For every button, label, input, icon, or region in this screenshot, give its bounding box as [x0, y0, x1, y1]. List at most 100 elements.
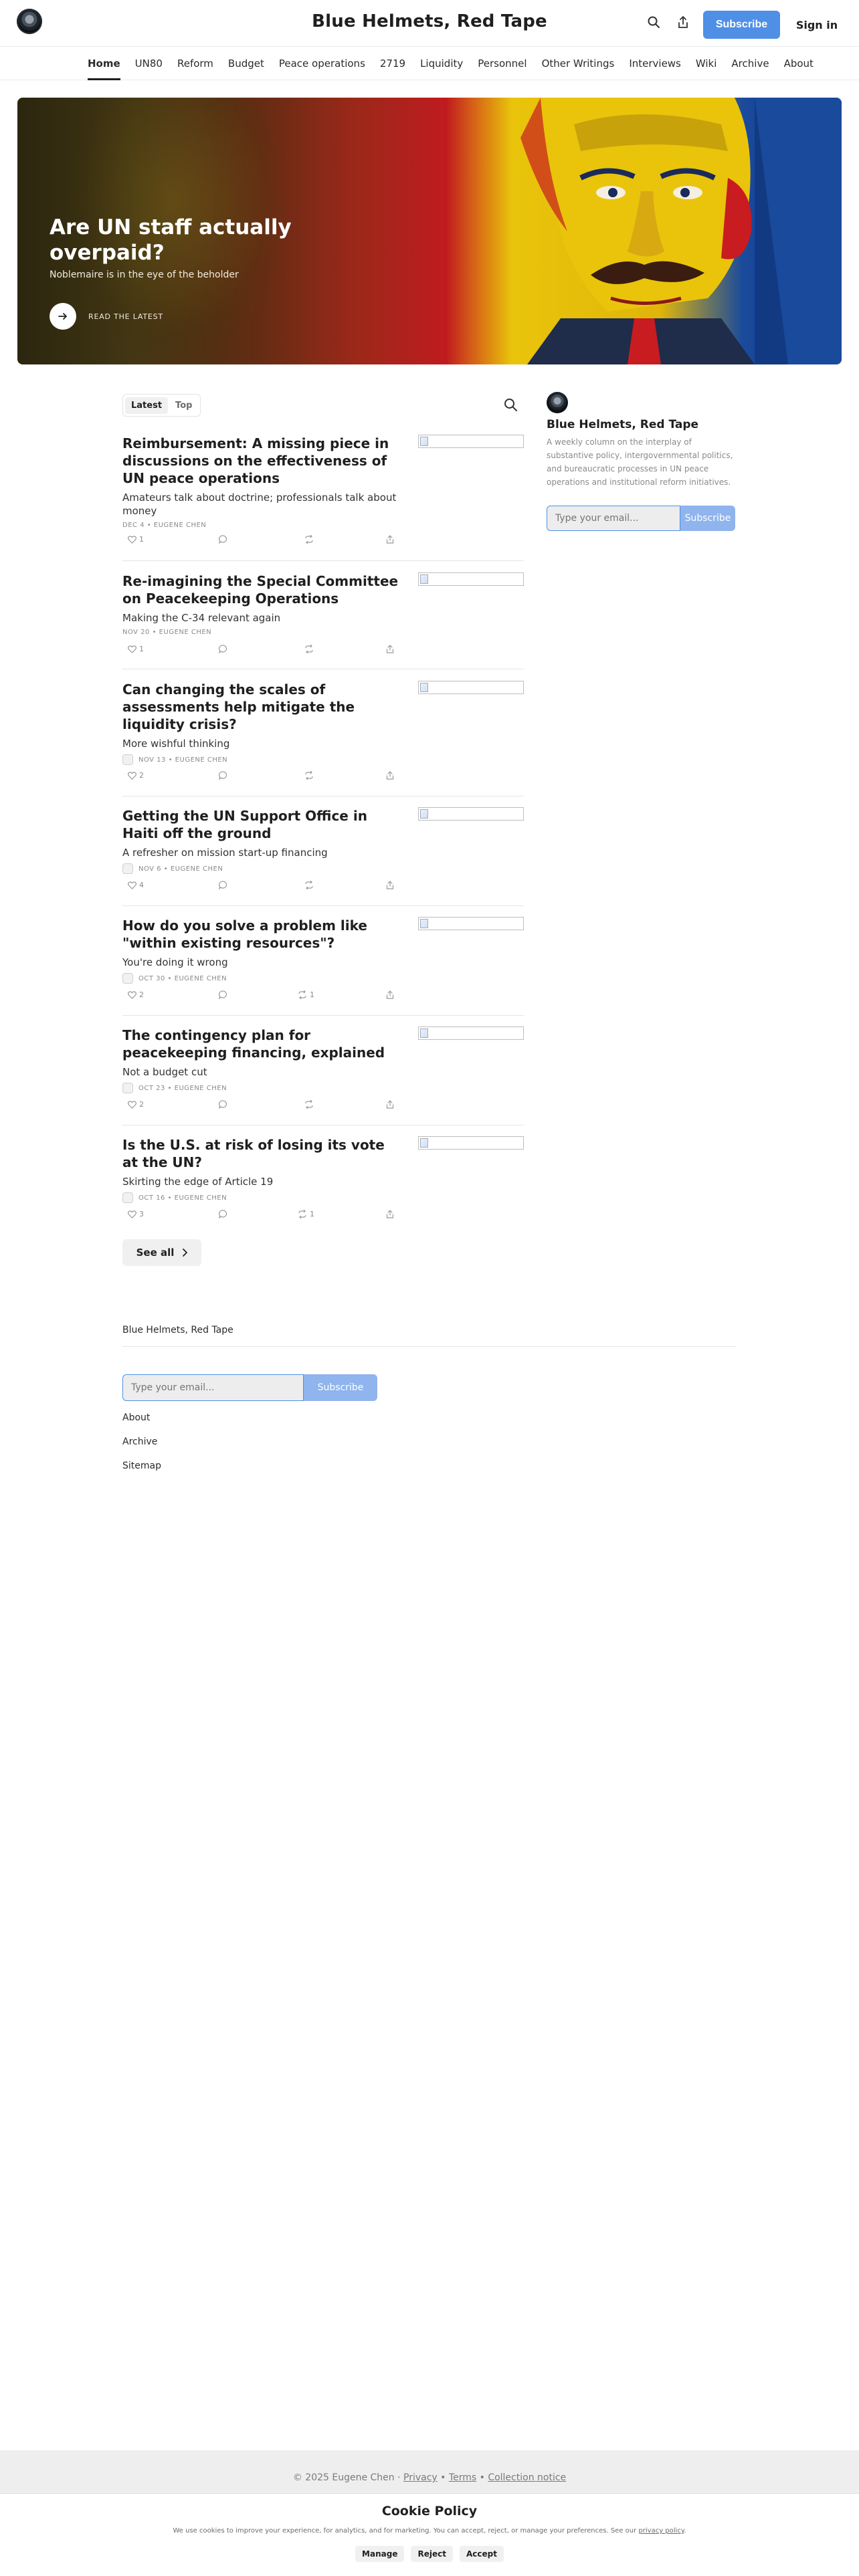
- post-title[interactable]: How do you solve a problem like "within …: [122, 917, 403, 952]
- top-bar: Blue Helmets, Red Tape Subscribe Sign in: [0, 0, 859, 47]
- nav-item-about[interactable]: About: [777, 47, 821, 80]
- cookie-reject-button[interactable]: Reject: [411, 2546, 453, 2562]
- nav-item-liquidity[interactable]: Liquidity: [413, 47, 470, 80]
- restack-button[interactable]: 1: [298, 990, 314, 999]
- share-button[interactable]: [386, 645, 394, 653]
- like-button[interactable]: 4: [128, 881, 144, 889]
- restack-button[interactable]: [304, 771, 316, 780]
- share-button[interactable]: [386, 990, 394, 999]
- post-subtitle: Making the C-34 relevant again: [122, 612, 281, 624]
- like-button[interactable]: 2: [128, 771, 144, 780]
- nav-item-2719[interactable]: 2719: [373, 47, 413, 80]
- nav-item-archive[interactable]: Archive: [724, 47, 776, 80]
- post-item[interactable]: Is the U.S. at risk of losing its vote a…: [122, 1136, 524, 1218]
- sidebar-subscribe-button[interactable]: Subscribe: [680, 506, 735, 531]
- post-item[interactable]: How do you solve a problem like "within …: [122, 917, 524, 999]
- comment-button[interactable]: [219, 881, 227, 889]
- header-subscribe-button[interactable]: Subscribe: [703, 11, 780, 39]
- cookie-text: We use cookies to improve your experienc…: [173, 2527, 686, 2535]
- restack-button[interactable]: 1: [298, 1210, 314, 1218]
- tab-latest[interactable]: Latest: [125, 397, 169, 414]
- like-button[interactable]: 1: [128, 535, 144, 544]
- post-item[interactable]: Re-imagining the Special Committee on Pe…: [122, 572, 524, 653]
- share-button[interactable]: [386, 535, 394, 544]
- nav-item-interviews[interactable]: Interviews: [622, 47, 688, 80]
- post-divider: [122, 1015, 524, 1016]
- nav-item-other-writings[interactable]: Other Writings: [535, 47, 622, 80]
- post-title[interactable]: Can changing the scales of assessments h…: [122, 681, 403, 733]
- terms-link[interactable]: Terms: [449, 2472, 476, 2483]
- post-thumbnail[interactable]: [418, 681, 524, 694]
- privacy-policy-link[interactable]: privacy policy: [638, 2527, 684, 2535]
- share-button[interactable]: [386, 1100, 394, 1109]
- post-title[interactable]: Re-imagining the Special Committee on Pe…: [122, 572, 403, 607]
- share-button[interactable]: [386, 1210, 394, 1218]
- comment-button[interactable]: [219, 1210, 227, 1218]
- nav-item-budget[interactable]: Budget: [221, 47, 272, 80]
- arrow-right-icon[interactable]: [50, 303, 76, 330]
- nav-item-personnel[interactable]: Personnel: [470, 47, 534, 80]
- post-thumbnail[interactable]: [418, 435, 524, 448]
- restack-button[interactable]: [304, 881, 316, 889]
- see-all-button[interactable]: See all: [122, 1239, 201, 1266]
- hero-title[interactable]: Are UN staff actually overpaid?: [50, 215, 357, 265]
- heart-icon: [128, 990, 136, 999]
- collection-notice-link[interactable]: Collection notice: [488, 2472, 566, 2483]
- post-thumbnail[interactable]: [418, 807, 524, 821]
- comment-button[interactable]: [219, 535, 227, 544]
- post-title[interactable]: Reimbursement: A missing piece in discus…: [122, 435, 403, 487]
- post-item[interactable]: The contingency plan for peacekeeping fi…: [122, 1027, 524, 1109]
- like-button[interactable]: 1: [128, 645, 144, 653]
- nav-item-reform[interactable]: Reform: [170, 47, 221, 80]
- restack-button[interactable]: [304, 535, 316, 544]
- sidebar-email-input[interactable]: [547, 506, 680, 531]
- post-thumbnail[interactable]: [418, 572, 524, 586]
- post-thumbnail[interactable]: [418, 1027, 524, 1040]
- restack-button[interactable]: [304, 645, 316, 653]
- post-thumbnail[interactable]: [418, 1136, 524, 1150]
- like-button[interactable]: 3: [128, 1210, 144, 1218]
- search-icon[interactable]: [646, 14, 662, 30]
- comment-button[interactable]: [219, 1100, 227, 1109]
- cookie-manage-button[interactable]: Manage: [355, 2546, 405, 2562]
- search-icon[interactable]: [503, 397, 518, 412]
- nav-item-home[interactable]: Home: [80, 47, 128, 80]
- like-button[interactable]: 2: [128, 1100, 144, 1109]
- comment-button[interactable]: [219, 990, 227, 999]
- footer-subscribe-button[interactable]: Subscribe: [304, 1374, 377, 1401]
- broken-image-icon: [420, 919, 428, 928]
- footer-email-input[interactable]: [122, 1374, 304, 1401]
- post-subtitle: More wishful thinking: [122, 738, 230, 750]
- footer-link-sitemap[interactable]: Sitemap: [122, 1461, 161, 1471]
- post-item[interactable]: Reimbursement: A missing piece in discus…: [122, 435, 524, 544]
- post-thumbnail[interactable]: [418, 917, 524, 930]
- hero-read-latest[interactable]: READ THE LATEST: [50, 303, 163, 330]
- cookie-accept-button[interactable]: Accept: [459, 2546, 504, 2562]
- footer-publication-name[interactable]: Blue Helmets, Red Tape: [122, 1325, 233, 1335]
- post-title[interactable]: The contingency plan for peacekeeping fi…: [122, 1027, 403, 1061]
- publication-logo[interactable]: [17, 9, 42, 34]
- sign-in-button[interactable]: Sign in: [793, 11, 840, 39]
- post-date-author: NOV 6 • EUGENE CHEN: [138, 865, 223, 873]
- nav-item-peace-operations[interactable]: Peace operations: [272, 47, 373, 80]
- footer-link-archive[interactable]: Archive: [122, 1436, 157, 1447]
- comment-button[interactable]: [219, 645, 227, 653]
- sidebar-title[interactable]: Blue Helmets, Red Tape: [547, 418, 698, 431]
- hero-banner[interactable]: Are UN staff actually overpaid? Noblemai…: [17, 98, 842, 364]
- restack-button[interactable]: [304, 1100, 316, 1109]
- footer-link-about[interactable]: About: [122, 1412, 150, 1423]
- post-title[interactable]: Is the U.S. at risk of losing its vote a…: [122, 1136, 403, 1171]
- post-item[interactable]: Getting the UN Support Office in Haiti o…: [122, 807, 524, 889]
- post-item[interactable]: Can changing the scales of assessments h…: [122, 681, 524, 780]
- share-button[interactable]: [386, 881, 394, 889]
- nav-item-un80[interactable]: UN80: [128, 47, 170, 80]
- privacy-link[interactable]: Privacy: [403, 2472, 438, 2483]
- like-button[interactable]: 2: [128, 990, 144, 999]
- post-title[interactable]: Getting the UN Support Office in Haiti o…: [122, 807, 403, 842]
- comment-button[interactable]: [219, 771, 227, 780]
- sidebar-publication-logo[interactable]: [547, 392, 568, 413]
- share-button[interactable]: [386, 771, 394, 780]
- nav-item-wiki[interactable]: Wiki: [688, 47, 725, 80]
- tab-top[interactable]: Top: [169, 397, 198, 414]
- share-icon[interactable]: [675, 14, 691, 30]
